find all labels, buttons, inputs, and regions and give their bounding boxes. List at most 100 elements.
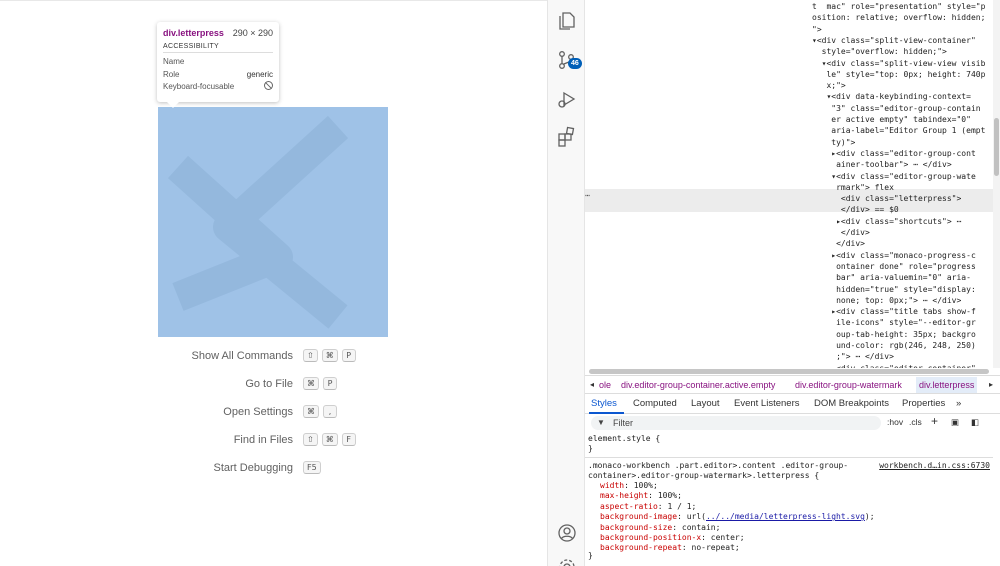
dom-line[interactable]: er active empty" tabindex="0" [585,114,993,125]
css-value[interactable]: contain; [682,523,721,532]
css-declaration[interactable]: background-repeat: no-repeat; [600,543,740,553]
dom-line[interactable]: ▸<div class="title tabs show-f [585,306,993,317]
dom-line[interactable]: aria-label="Editor Group 1 (empt [585,125,993,136]
dom-line[interactable]: "3" class="editor-group-contain [585,103,993,114]
accounts-icon[interactable] [556,522,578,544]
css-property[interactable]: background-repeat [600,543,682,552]
dom-line[interactable]: rmark"> flex [585,182,993,193]
key-cap: F [341,433,356,446]
breadcrumb-right-arrow-icon[interactable]: ▸ [989,380,993,389]
css-property[interactable]: background-size [600,523,672,532]
tab-computed[interactable]: Computed [633,398,677,409]
sidebar-toggle-icon[interactable]: ◧ [971,417,979,428]
breadcrumb-item[interactable]: div.editor-group-container.active.empty [621,380,775,390]
dom-line[interactable]: ▾<div class="split-view-view visib [585,58,993,69]
dom-line[interactable]: </div> [585,238,993,249]
shortcut-keys: ⇧ ⌘ P [303,349,356,362]
element-style-close: } [588,444,593,453]
dom-line[interactable]: none; top: 0px;"> ⋯ </div> [585,295,993,306]
dom-scrollbar[interactable] [993,0,1000,368]
key-cap: ⇧ [303,433,318,446]
tab-properties[interactable]: Properties [902,398,945,409]
css-value[interactable]: center; [711,533,745,542]
rule-source-link[interactable]: workbench.d…in.css:6730 [879,461,990,471]
explorer-icon[interactable] [556,10,578,32]
paint-icon[interactable]: ▣ [951,417,959,428]
css-value[interactable]: 100%; [658,491,682,500]
css-declaration[interactable]: max-height: 100%; [600,491,682,501]
breadcrumb-left-arrow-icon[interactable]: ◂ [590,380,594,389]
dom-line[interactable]: ▸<div class="editor-group-cont [585,148,993,159]
breadcrumb-item[interactable]: div.editor-group-watermark [795,380,902,390]
shortcut-label: Go to File [245,378,293,390]
dom-line[interactable]: ▾<div data-keybinding-context= [585,91,993,102]
css-url-link[interactable]: ../../media/letterpress-light.svg [706,512,865,521]
css-declaration[interactable]: background-size: contain; [600,523,720,533]
dom-line[interactable]: <div class="letterpress"> [585,193,993,204]
tab-dom-breakpoints[interactable]: DOM Breakpoints [814,398,889,409]
extensions-icon[interactable] [556,126,578,148]
run-debug-icon[interactable] [556,88,578,110]
dom-line[interactable]: ▸<div class="monaco-progress-c [585,250,993,261]
tooltip-row-label: Name [163,57,185,66]
css-declaration[interactable]: width: 100%; [600,481,658,491]
css-property[interactable]: width [600,481,624,490]
rule-selector: container>.editor-group-watermark>.lette… [588,471,820,480]
dom-line[interactable]: ▾<div class="editor-group-wate [585,171,993,182]
dom-line[interactable]: und-color: rgb(246, 248, 250) [585,340,993,351]
dom-line[interactable]: bar" aria-valuemin="0" aria- [585,272,993,283]
scrollbar-thumb[interactable] [994,118,999,176]
css-property[interactable]: background-image [600,512,677,521]
dom-line[interactable]: oup-tab-height: 35px; backgro [585,329,993,340]
dom-line[interactable]: osition: relative; overflow: hidden; [585,12,993,23]
dom-line[interactable]: hidden="true" style="display: [585,284,993,295]
source-control-icon[interactable]: 46 [556,49,582,71]
cls-toggle[interactable]: .cls [909,417,922,427]
css-value[interactable]: 1 / 1; [667,502,696,511]
filter-placeholder: Filter [613,418,633,428]
dom-horizontal-scrollbar[interactable] [589,369,989,374]
dom-line[interactable]: ty)"> [585,137,993,148]
dom-line[interactable]: t mac" role="presentation" style="p [585,1,993,12]
tab-layout[interactable]: Layout [691,398,720,409]
dom-line[interactable]: ▾<div class="split-view-container" [585,35,993,46]
shortcut-label: Find in Files [233,434,293,446]
tab-event-listeners[interactable]: Event Listeners [734,398,799,409]
dom-line[interactable]: style="overflow: hidden;"> [585,46,993,57]
dom-line[interactable]: x;"> [585,80,993,91]
filter-input[interactable]: ▼ Filter [591,416,881,430]
css-value[interactable]: no-repeat; [692,543,740,552]
key-cap: F5 [303,461,321,474]
more-tabs-icon[interactable]: » [956,398,961,409]
dom-line[interactable]: ile-icons" style="--editor-gr [585,317,993,328]
dom-line[interactable]: ontainer done" role="progress [585,261,993,272]
new-rule-button[interactable]: + [931,414,938,428]
breadcrumb-item-active[interactable]: div.letterpress [916,377,978,393]
rule-close: } [588,551,593,560]
css-declaration[interactable]: background-image: url(../../media/letter… [600,512,875,522]
dom-line[interactable]: <div class="editor-container" [585,363,993,368]
css-property[interactable]: background-position-x [600,533,701,542]
dom-line[interactable]: le" style="top: 0px; height: 740p [585,69,993,80]
hov-toggle[interactable]: :hov [887,417,903,427]
dom-line[interactable]: ainer-toolbar"> ⋯ </div> [585,159,993,170]
dom-line[interactable]: "> [585,24,993,35]
manage-icon[interactable] [556,556,578,566]
dom-line[interactable]: ;"> ⋯ </div> [585,351,993,362]
dom-line[interactable]: </div> == $0 [585,204,993,215]
dom-line[interactable]: </div> [585,227,993,238]
breadcrumb-item[interactable]: ole [599,380,611,390]
tooltip-row: Name [163,56,273,69]
key-cap: , [323,405,337,418]
css-property[interactable]: max-height [600,491,648,500]
rule-selector: .monaco-workbench .part.editor>.content … [588,461,849,470]
css-declaration[interactable]: aspect-ratio: 1 / 1; [600,502,696,512]
dom-line[interactable]: ▸<div class="shortcuts"> ⋯ [585,216,993,227]
tab-styles[interactable]: Styles [591,398,617,409]
tooltip-row: Keyboard-focusable [163,81,273,94]
css-value[interactable]: 100%; [634,481,658,490]
tooltip-row-label: Keyboard-focusable [163,82,235,91]
css-property[interactable]: aspect-ratio [600,502,658,511]
css-declaration[interactable]: background-position-x: center; [600,533,745,543]
tooltip-row-value: generic [246,69,273,79]
